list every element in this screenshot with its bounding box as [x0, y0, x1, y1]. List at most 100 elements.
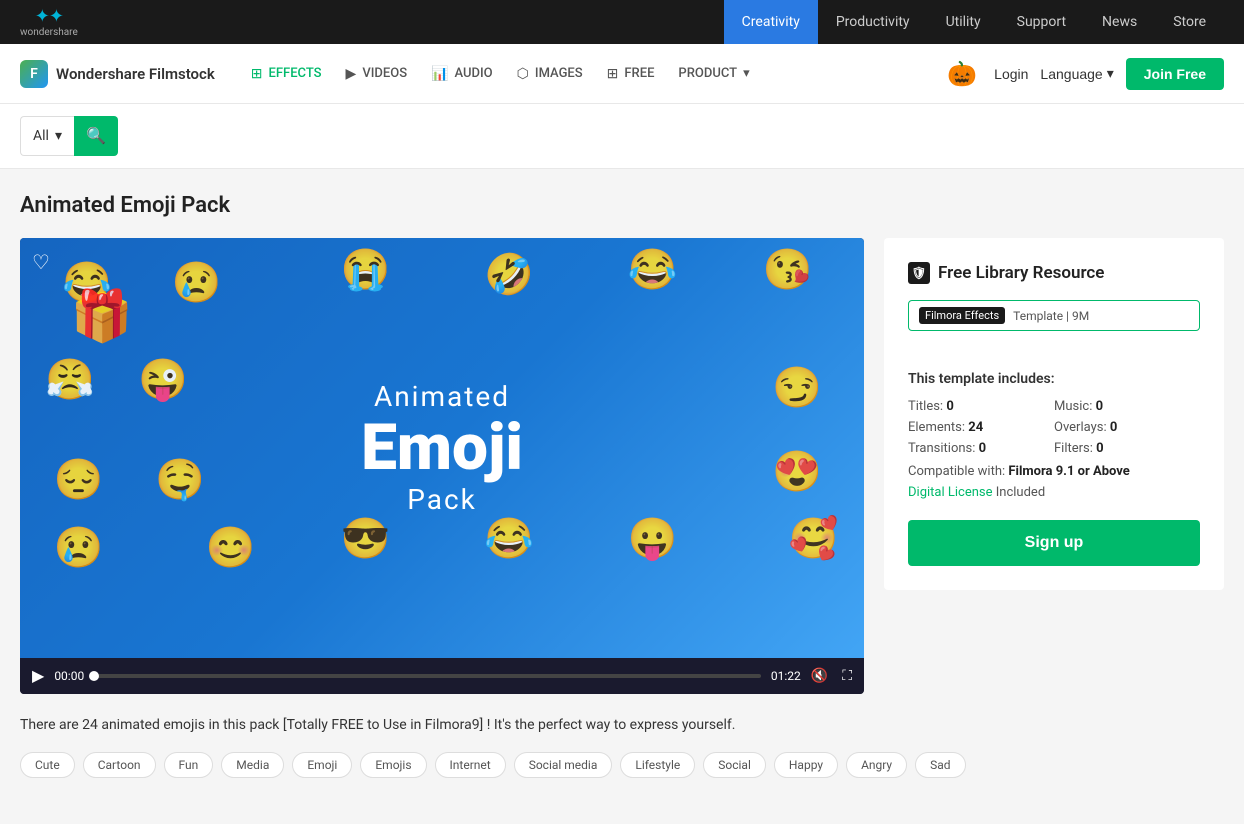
brand-logo[interactable]: F Wondershare Filmstock	[20, 60, 215, 88]
emoji-deco-15: 😎	[341, 515, 391, 562]
duration: 01:22	[771, 669, 801, 683]
nav-store[interactable]: Store	[1155, 0, 1224, 44]
progress-dot	[89, 671, 99, 681]
shield-icon: 🛡	[908, 262, 930, 284]
nav-item-audio[interactable]: 📊 AUDIO	[431, 66, 493, 82]
elements-value: 24	[968, 420, 983, 435]
music-label: Music:	[1054, 399, 1092, 414]
tag-sad[interactable]: Sad	[915, 752, 965, 778]
search-category-chevron-icon: ▾	[55, 128, 62, 144]
tag-cartoon[interactable]: Cartoon	[83, 752, 156, 778]
emoji-deco-11: 🤤	[155, 456, 205, 503]
description: There are 24 animated emojis in this pac…	[20, 714, 1224, 736]
emoji-deco-3: 😭	[341, 246, 391, 293]
audio-label: AUDIO	[455, 66, 493, 81]
sidebar: 🛡 Free Library Resource Filmora Effects …	[884, 238, 1224, 590]
progress-bar[interactable]	[94, 674, 761, 678]
search-button[interactable]: 🔍	[74, 116, 118, 156]
emoji-deco-13: 😢	[54, 524, 104, 571]
nav-creativity[interactable]: Creativity	[724, 0, 818, 44]
language-label: Language	[1040, 66, 1102, 82]
nav-news[interactable]: News	[1084, 0, 1155, 44]
compatible-value: Filmora 9.1 or Above	[1008, 464, 1129, 479]
emoji-deco-12: 😍	[772, 448, 822, 495]
content-layout: ♡ 😂 😢 😭 🤣 😂 😘 😤 😜 😏 😔 🤤 😍 😢 😊	[20, 238, 1224, 694]
videos-label: VIDEOS	[362, 66, 407, 81]
search-category-label: All	[33, 128, 49, 144]
free-resource-header: 🛡 Free Library Resource	[908, 262, 1200, 284]
volume-button[interactable]: 🔇	[811, 668, 828, 684]
tag-lifestyle[interactable]: Lifestyle	[620, 752, 695, 778]
emoji-deco-10: 😔	[54, 456, 104, 503]
audio-icon: 📊	[431, 66, 448, 82]
promo-icon: 🎃	[942, 54, 982, 94]
tag-fun[interactable]: Fun	[164, 752, 214, 778]
login-button[interactable]: Login	[994, 66, 1028, 82]
transitions-item: Transitions: 0	[908, 441, 1054, 456]
current-time: 00:00	[54, 669, 84, 683]
tag-social-media[interactable]: Social media	[514, 752, 613, 778]
effects-label: EFFECTS	[269, 66, 322, 81]
compatible-label: Compatible with:	[908, 464, 1005, 479]
fullscreen-button[interactable]: ⛶	[842, 668, 852, 684]
tags-container: Cute Cartoon Fun Media Emoji Emojis Inte…	[20, 752, 1224, 778]
tag-emoji[interactable]: Emoji	[292, 752, 352, 778]
template-includes: This template includes: Titles: 0 Music:…	[908, 371, 1200, 500]
tag-cute[interactable]: Cute	[20, 752, 75, 778]
emoji-deco-5: 😂	[628, 246, 678, 293]
play-button[interactable]: ▶	[32, 666, 44, 686]
nav-item-images[interactable]: ⬡ IMAGES	[517, 66, 583, 82]
nav-utility[interactable]: Utility	[928, 0, 999, 44]
language-button[interactable]: Language ▾	[1040, 65, 1113, 82]
search-category-dropdown[interactable]: All ▾	[20, 116, 74, 156]
favorite-button[interactable]: ♡	[32, 250, 50, 275]
signup-button[interactable]: Sign up	[908, 520, 1200, 566]
tag-internet[interactable]: Internet	[435, 752, 506, 778]
nav-item-videos[interactable]: ▶ VIDEOS	[346, 66, 408, 82]
join-free-button[interactable]: Join Free	[1126, 58, 1224, 90]
product-label: PRODUCT	[678, 66, 737, 81]
emoji-deco-7: 😤	[45, 356, 95, 403]
music-value: 0	[1096, 399, 1103, 414]
emoji-deco-16: 😂	[484, 515, 534, 562]
elements-label: Elements:	[908, 420, 965, 435]
video-controls: ▶ 00:00 01:22 🔇 ⛶	[20, 658, 864, 694]
video-thumbnail: ♡ 😂 😢 😭 🤣 😂 😘 😤 😜 😏 😔 🤤 😍 😢 😊	[20, 238, 864, 658]
video-title-line2: Emoji	[361, 413, 523, 483]
wondershare-logo: ✦✦ wondershare	[20, 6, 78, 38]
video-title-overlay: Animated Emoji Pack	[361, 380, 523, 516]
ws-logo-icon: ✦✦	[35, 6, 63, 27]
brand-logo-text: Wondershare Filmstock	[56, 65, 215, 83]
nav-item-free[interactable]: ⊞ FREE	[607, 66, 655, 82]
nav-item-product[interactable]: PRODUCT ▾	[678, 66, 749, 81]
tag-emojis[interactable]: Emojis	[360, 752, 426, 778]
secondary-nav: F Wondershare Filmstock ⊞ EFFECTS ▶ VIDE…	[0, 44, 1244, 104]
top-nav-links: Creativity Productivity Utility Support …	[724, 0, 1224, 44]
digital-license-link[interactable]: Digital License	[908, 485, 993, 500]
titles-value: 0	[946, 399, 953, 414]
product-chevron-icon: ▾	[743, 66, 750, 81]
nav-item-effects[interactable]: ⊞ EFFECTS	[251, 66, 322, 82]
nav-productivity[interactable]: Productivity	[818, 0, 928, 44]
tag-social[interactable]: Social	[703, 752, 766, 778]
emoji-deco-2: 😢	[172, 259, 222, 306]
music-item: Music: 0	[1054, 399, 1200, 414]
ws-logo-text: wondershare	[20, 27, 78, 38]
overlays-value: 0	[1110, 420, 1117, 435]
tag-media[interactable]: Media	[221, 752, 284, 778]
overlays-item: Overlays: 0	[1054, 420, 1200, 435]
titles-item: Titles: 0	[908, 399, 1054, 414]
tag-happy[interactable]: Happy	[774, 752, 838, 778]
tag-angry[interactable]: Angry	[846, 752, 907, 778]
images-icon: ⬡	[517, 66, 529, 82]
images-label: IMAGES	[535, 66, 583, 81]
nav-support[interactable]: Support	[999, 0, 1084, 44]
titles-label: Titles:	[908, 399, 943, 414]
badge-tag: Filmora Effects	[919, 307, 1005, 324]
videos-icon: ▶	[346, 66, 357, 82]
emoji-deco-6: 😘	[763, 246, 813, 293]
effects-icon: ⊞	[251, 66, 263, 82]
brand-logo-icon: F	[20, 60, 48, 88]
video-title-line1: Animated	[361, 380, 523, 413]
search-icon: 🔍	[86, 126, 106, 146]
